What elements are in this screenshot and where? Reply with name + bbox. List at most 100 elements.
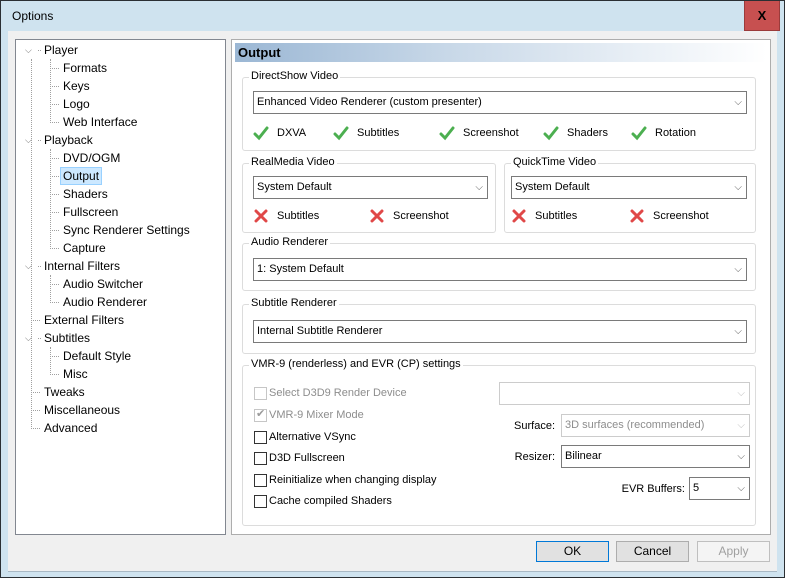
evr-buffers-label: EVR Buffers: [621,483,685,495]
tree-connector [38,266,41,267]
tree-item-miscellaneous[interactable]: Miscellaneous [41,401,123,419]
realmedia-label: RealMedia Video [249,156,337,168]
tree-item-label: Playback [44,133,93,147]
tree-connector [50,356,59,357]
tree-item-label: Capture [63,241,106,255]
chevron-down-icon: ⌵ [737,388,745,399]
cancel-button[interactable]: Cancel [616,541,689,562]
resizer-value: Bilinear [565,450,602,462]
tree-connector [31,428,40,429]
tree-item-tweaks[interactable]: Tweaks [41,383,88,401]
directshow-value: Enhanced Video Renderer (custom presente… [257,96,482,108]
tree-item-dvd-ogm[interactable]: DVD/OGM [60,149,123,167]
realmedia-value: System Default [257,181,332,193]
check-icon [439,125,455,141]
tree-item-audio-switcher[interactable]: Audio Switcher [60,275,146,293]
checkbox-d3d-fullscreen[interactable]: D3D Fullscreen [254,451,345,465]
tree-connector [50,158,59,159]
tree-item-shaders[interactable]: Shaders [60,185,111,203]
tree-connector [50,374,59,375]
checkbox-cache-compiled-shaders[interactable]: Cache compiled Shaders [254,494,392,508]
tree-item-formats[interactable]: Formats [60,59,110,77]
apply-button[interactable]: Apply [697,541,770,562]
chevron-down-icon[interactable]: ⌵ [25,333,35,343]
tree-connector [31,392,40,393]
tree-connector [38,140,41,141]
close-button[interactable]: X [744,1,780,31]
resizer-select[interactable]: Bilinear ⌵ [561,445,750,468]
check-icon [333,125,349,141]
tree-item-external-filters[interactable]: External Filters [41,311,127,329]
tree-item-fullscreen[interactable]: Fullscreen [60,203,121,221]
feature-label: Screenshot [393,210,449,223]
tree-item-keys[interactable]: Keys [60,77,93,95]
chevron-down-icon[interactable]: ⌵ [25,261,35,271]
tree-connector [38,50,41,51]
close-icon: X [757,8,767,23]
d3d9-device-select[interactable]: ⌵ [499,382,750,405]
tree-item-playback[interactable]: Playback [41,131,96,149]
cross-icon [511,208,527,224]
checkbox-vmr-9-mixer-mode[interactable]: ✔ VMR-9 Mixer Mode [254,408,364,422]
tree-item-advanced[interactable]: Advanced [41,419,100,437]
tree-item-label: Subtitles [44,331,91,345]
tree-item-misc[interactable]: Misc [60,365,91,383]
surface-value: 3D surfaces (recommended) [565,419,705,431]
tree-connector [50,86,59,87]
page-title: Output [235,43,767,62]
directshow-group: DirectShow Video Enhanced Video Renderer… [242,70,756,151]
tree-item-default-style[interactable]: Default Style [60,347,134,365]
checkbox-box[interactable] [254,386,267,400]
evr-buffers-select[interactable]: 5 ⌵ [689,477,750,500]
ok-button[interactable]: OK [536,541,609,562]
tree-item-logo[interactable]: Logo [60,95,93,113]
chevron-down-icon[interactable]: ⌵ [25,45,35,55]
checkbox-label: VMR-9 Mixer Mode [269,409,364,422]
title-bar[interactable]: Options X [1,1,784,31]
options-tree[interactable]: Player ⌵ Formats Keys Logo Web Interface Playb… [15,39,226,535]
feature-label: DXVA [277,127,307,140]
tree-connector [50,104,59,105]
cross-icon [369,208,385,224]
checkbox-reinitialize-when-changing-display[interactable]: Reinitialize when changing display [254,473,437,487]
subtitle-renderer-group: Subtitle Renderer Internal Subtitle Rend… [242,297,756,354]
tree-item-web-interface[interactable]: Web Interface [60,113,140,131]
tree-item-output[interactable]: Output [60,167,103,185]
tree-item-label: Sync Renderer Settings [63,223,190,237]
window-title: Options [12,9,54,23]
chevron-down-icon: ⌵ [737,483,745,494]
feature-dxva: DXVA [253,125,306,141]
checkbox-select-d3d9-render-device[interactable]: Select D3D9 Render Device [254,386,407,400]
surface-label: Surface: [514,420,555,432]
chevron-down-icon: ⌵ [734,326,742,337]
tree-item-internal-filters[interactable]: Internal Filters [41,257,123,275]
quicktime-select[interactable]: System Default ⌵ [511,176,747,199]
tree-item-capture[interactable]: Capture [60,239,109,257]
checkbox-box[interactable] [254,451,267,465]
tree-item-sync-renderer-settings[interactable]: Sync Renderer Settings [60,221,193,239]
tree-item-player[interactable]: Player [41,41,81,59]
quicktime-group: QuickTime Video System Default ⌵ Subtitl… [504,156,756,233]
cross-icon [253,208,269,224]
checkbox-box[interactable] [254,494,267,508]
feature-label: Rotation [655,127,696,140]
checkbox-box[interactable] [254,473,267,487]
checkbox-box[interactable] [254,430,267,444]
tree-item-audio-renderer[interactable]: Audio Renderer [60,293,150,311]
realmedia-select[interactable]: System Default ⌵ [253,176,488,199]
directshow-select[interactable]: Enhanced Video Renderer (custom presente… [253,91,747,114]
checkbox-box[interactable]: ✔ [254,408,267,422]
chevron-down-icon[interactable]: ⌵ [25,135,35,145]
tree-item-label: Advanced [44,421,98,435]
feature-screenshot: Screenshot [439,125,519,141]
subtitle-renderer-select[interactable]: Internal Subtitle Renderer ⌵ [253,320,747,343]
tree-item-label: DVD/OGM [63,151,121,165]
checkbox-alternative-vsync[interactable]: Alternative VSync [254,430,356,444]
feature-label: Subtitles [535,210,578,223]
tree-item-subtitles[interactable]: Subtitles [41,329,93,347]
realmedia-group: RealMedia Video System Default ⌵ Subtitl… [242,156,496,233]
audio-renderer-select[interactable]: 1: System Default ⌵ [253,258,747,281]
surface-select[interactable]: 3D surfaces (recommended) ⌵ [561,414,750,437]
tree-connector [50,230,59,231]
tree-connector [50,59,51,123]
